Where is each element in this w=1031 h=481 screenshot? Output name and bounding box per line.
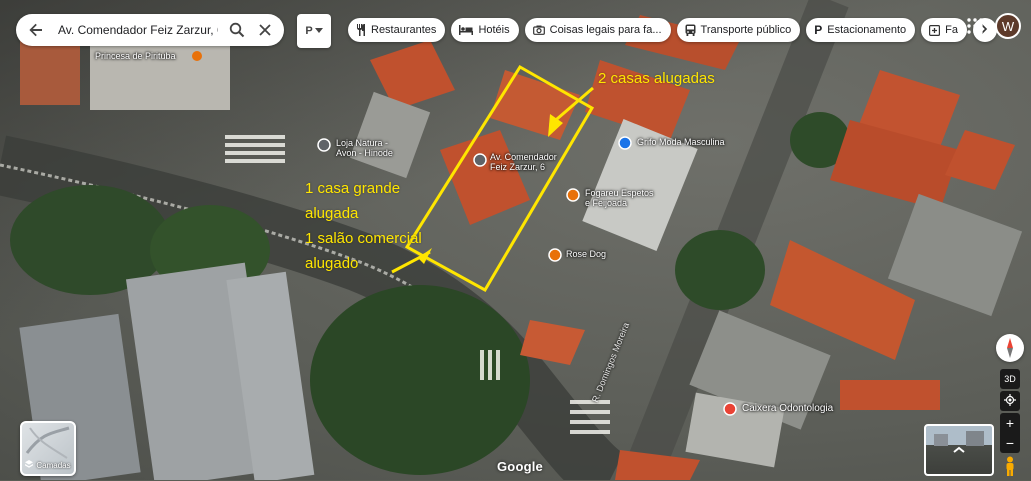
zoom-out-button[interactable]: − [1000,433,1020,453]
annotation-commercial-hall: 1 salão comercial [305,230,422,247]
pegman-icon[interactable] [1003,456,1017,476]
zoom-controls: + − [1000,413,1020,453]
my-location-button[interactable] [1000,391,1020,411]
chip-parking[interactable]: P Estacionamento [806,18,916,42]
apps-grid-icon[interactable] [966,17,984,35]
restaurant-icon [356,24,366,36]
chip-things-to-do[interactable]: Coisas legais para fa... [524,18,671,42]
hotel-icon [459,25,474,35]
search-input[interactable] [56,22,220,38]
3d-toggle-button[interactable]: 3D [1000,369,1020,389]
annotation-big-house: 1 casa grande [305,180,401,197]
place-label-loja-natura[interactable]: Loja Natura - Avon - Hinode [336,138,400,158]
satellite-map[interactable] [0,0,1031,480]
location-target-icon [1004,394,1016,408]
annotation-rented-1: alugada [305,205,359,222]
search-box [16,14,284,46]
google-logo: Google [497,459,543,474]
compass-control[interactable] [996,334,1024,362]
bus-icon [685,24,696,36]
account-avatar[interactable]: W [995,13,1021,39]
street-view-thumbnail [934,431,984,453]
zoom-in-button[interactable]: + [1000,413,1020,433]
map-imagery [0,0,1023,480]
chip-transit[interactable]: Transporte público [676,18,801,42]
layers-toggle-tile[interactable]: Camadas [20,421,76,476]
search-icon[interactable] [226,19,248,41]
place-label-caixera[interactable]: Caixera Odontologia [742,403,833,414]
layers-icon: P [305,25,313,37]
pharmacy-icon [929,24,941,36]
layers-dropdown-button[interactable]: P [297,14,331,48]
chip-restaurants[interactable]: Restaurantes [348,18,446,42]
close-icon[interactable] [254,19,276,41]
camera-icon [532,25,545,35]
annotation-two-houses: 2 casas alugadas [598,70,715,87]
chip-pharmacy[interactable]: Fa [921,18,967,42]
street-view-preview[interactable] [924,424,994,476]
layers-tile-caption: Camadas [22,460,74,470]
back-arrow-icon[interactable] [26,20,46,40]
category-chips: Restaurantes Hotéis Coisas legais para f… [348,18,997,42]
place-label-princesa[interactable]: Princesa de Pirituba [95,51,176,61]
place-label-rose-dog[interactable]: Rose Dog [566,249,606,259]
chip-hotels[interactable]: Hotéis [451,18,519,42]
place-label-address[interactable]: Av. Comendador Feiz Zarzur, 6 [490,152,568,172]
compass-icon [1007,338,1013,358]
annotation-rented-2: alugado [305,255,359,272]
layers-stack-icon [25,460,34,470]
place-label-fogareu[interactable]: Fogareu Espetos e Feijoada [585,188,657,208]
place-label-grifo[interactable]: Grifo Moda Masculina [637,137,725,147]
map-preview-thumbnail [25,426,70,459]
parking-icon: P [814,23,823,37]
